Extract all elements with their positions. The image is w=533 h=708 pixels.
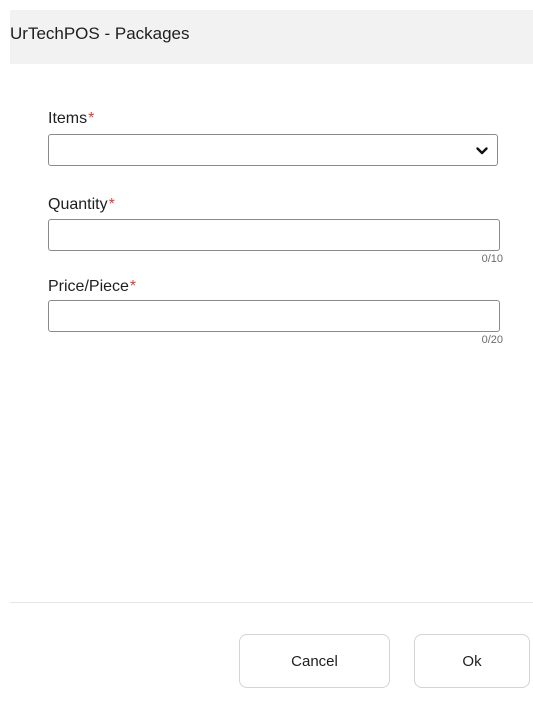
quantity-input[interactable] — [48, 219, 500, 251]
quantity-label-text: Quantity — [48, 196, 108, 213]
quantity-char-counter: 0/10 — [481, 253, 503, 265]
cancel-button[interactable]: Cancel — [239, 634, 390, 688]
packages-dialog: UrTechPOS - Packages Items* Quantity* 0/… — [0, 0, 533, 708]
items-select[interactable] — [48, 134, 498, 166]
price-required-marker: * — [129, 278, 137, 295]
price-input[interactable] — [48, 300, 500, 332]
ok-button[interactable]: Ok — [414, 634, 530, 688]
dialog-title: UrTechPOS - Packages — [10, 24, 190, 43]
dialog-header: UrTechPOS - Packages — [10, 10, 533, 64]
items-label: Items* — [48, 110, 94, 128]
items-label-text: Items — [48, 110, 88, 127]
quantity-required-marker: * — [108, 196, 115, 213]
price-label-text: Price/Piece — [48, 278, 129, 295]
quantity-label: Quantity* — [48, 196, 115, 214]
chevron-down-icon — [476, 147, 488, 155]
footer-divider — [10, 602, 533, 603]
price-char-counter: 0/20 — [481, 334, 503, 346]
items-required-marker: * — [88, 110, 95, 127]
price-label: Price/Piece* — [48, 278, 136, 296]
